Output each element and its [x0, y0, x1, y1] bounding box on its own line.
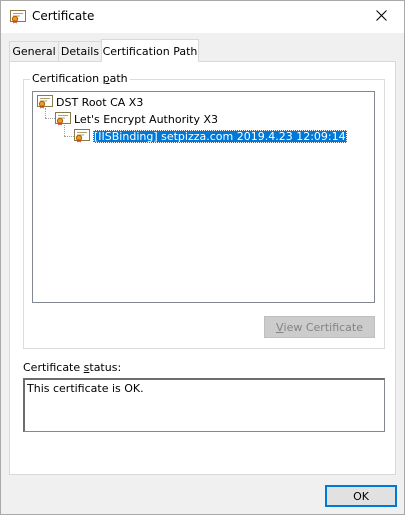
certificate-status-text: This certificate is OK. — [27, 382, 144, 395]
tree-node-leaf[interactable]: [IISBinding] setpizza.com 2019.4.23 12:0… — [74, 128, 347, 144]
tree-node-label: DST Root CA X3 — [56, 95, 144, 109]
ok-button[interactable]: OK — [325, 485, 397, 507]
tree-node-root[interactable]: DST Root CA X3 — [37, 94, 143, 110]
certification-path-label: Certification path — [30, 72, 130, 85]
tree-node-intermediate[interactable]: Let's Encrypt Authority X3 — [55, 111, 218, 127]
tab-certification-path[interactable]: Certification Path — [101, 39, 199, 62]
view-certificate-button[interactable]: View Certificate — [264, 316, 375, 338]
certificate-status-label: Certificate status: — [23, 361, 122, 374]
certificate-icon — [55, 112, 71, 126]
certificate-icon — [37, 95, 53, 109]
tree-node-label: [IISBinding] setpizza.com 2019.4.23 12:0… — [93, 129, 347, 143]
tab-general[interactable]: General — [9, 41, 59, 61]
tree-node-label: Let's Encrypt Authority X3 — [74, 112, 219, 126]
certificate-dialog: Certificate General Details Certificatio… — [0, 0, 405, 515]
view-certificate-accel: V — [276, 320, 284, 334]
certificate-icon — [10, 10, 26, 24]
close-icon — [375, 10, 387, 24]
window-title: Certificate — [32, 9, 95, 23]
tab-details-label: Details — [60, 45, 100, 58]
view-certificate-label: iew Certificate — [283, 320, 363, 334]
ok-button-label: OK — [353, 489, 369, 503]
certification-path-tree[interactable]: DST Root CA X3 Let's Encrypt Authority X… — [32, 91, 375, 303]
title-bar: Certificate — [1, 1, 404, 33]
tab-details[interactable]: Details — [58, 41, 102, 61]
close-button[interactable] — [358, 1, 404, 33]
tab-certification-path-label: Certification Path — [102, 44, 198, 58]
certificate-status-box[interactable]: This certificate is OK. — [23, 378, 385, 432]
certificate-icon — [74, 129, 90, 143]
tab-general-label: General — [12, 45, 56, 58]
